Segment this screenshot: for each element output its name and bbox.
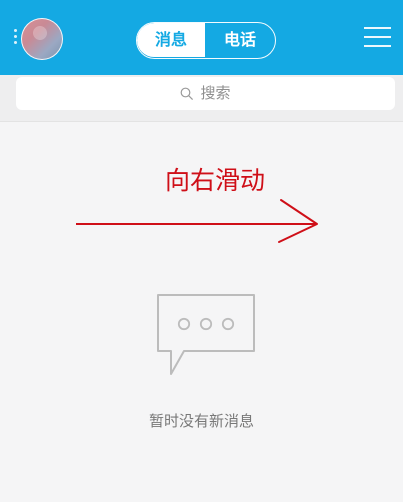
search-bar: 搜索 (0, 75, 403, 122)
top-bar: 消息 电话 (0, 0, 403, 75)
message-call-switch: 消息 电话 (136, 22, 276, 59)
search-placeholder: 搜索 (200, 84, 231, 102)
tab-calls-label: 电话 (223, 30, 256, 49)
search-input[interactable]: 搜索 (16, 77, 395, 110)
swipe-hint-text: 向右滑动 (165, 166, 266, 195)
chat-bubble-icon (157, 294, 255, 375)
tab-messages[interactable]: 消息 (137, 23, 205, 57)
menu-icon[interactable] (364, 27, 391, 47)
search-icon (181, 87, 194, 100)
right-arrow-icon (76, 199, 318, 243)
tab-calls[interactable]: 电话 (205, 23, 275, 57)
profile-avatar[interactable] (21, 18, 63, 60)
drawer-dots-icon[interactable] (14, 29, 17, 45)
empty-state-message: 暂时没有新消息 (148, 412, 254, 430)
tab-messages-label: 消息 (154, 30, 187, 49)
